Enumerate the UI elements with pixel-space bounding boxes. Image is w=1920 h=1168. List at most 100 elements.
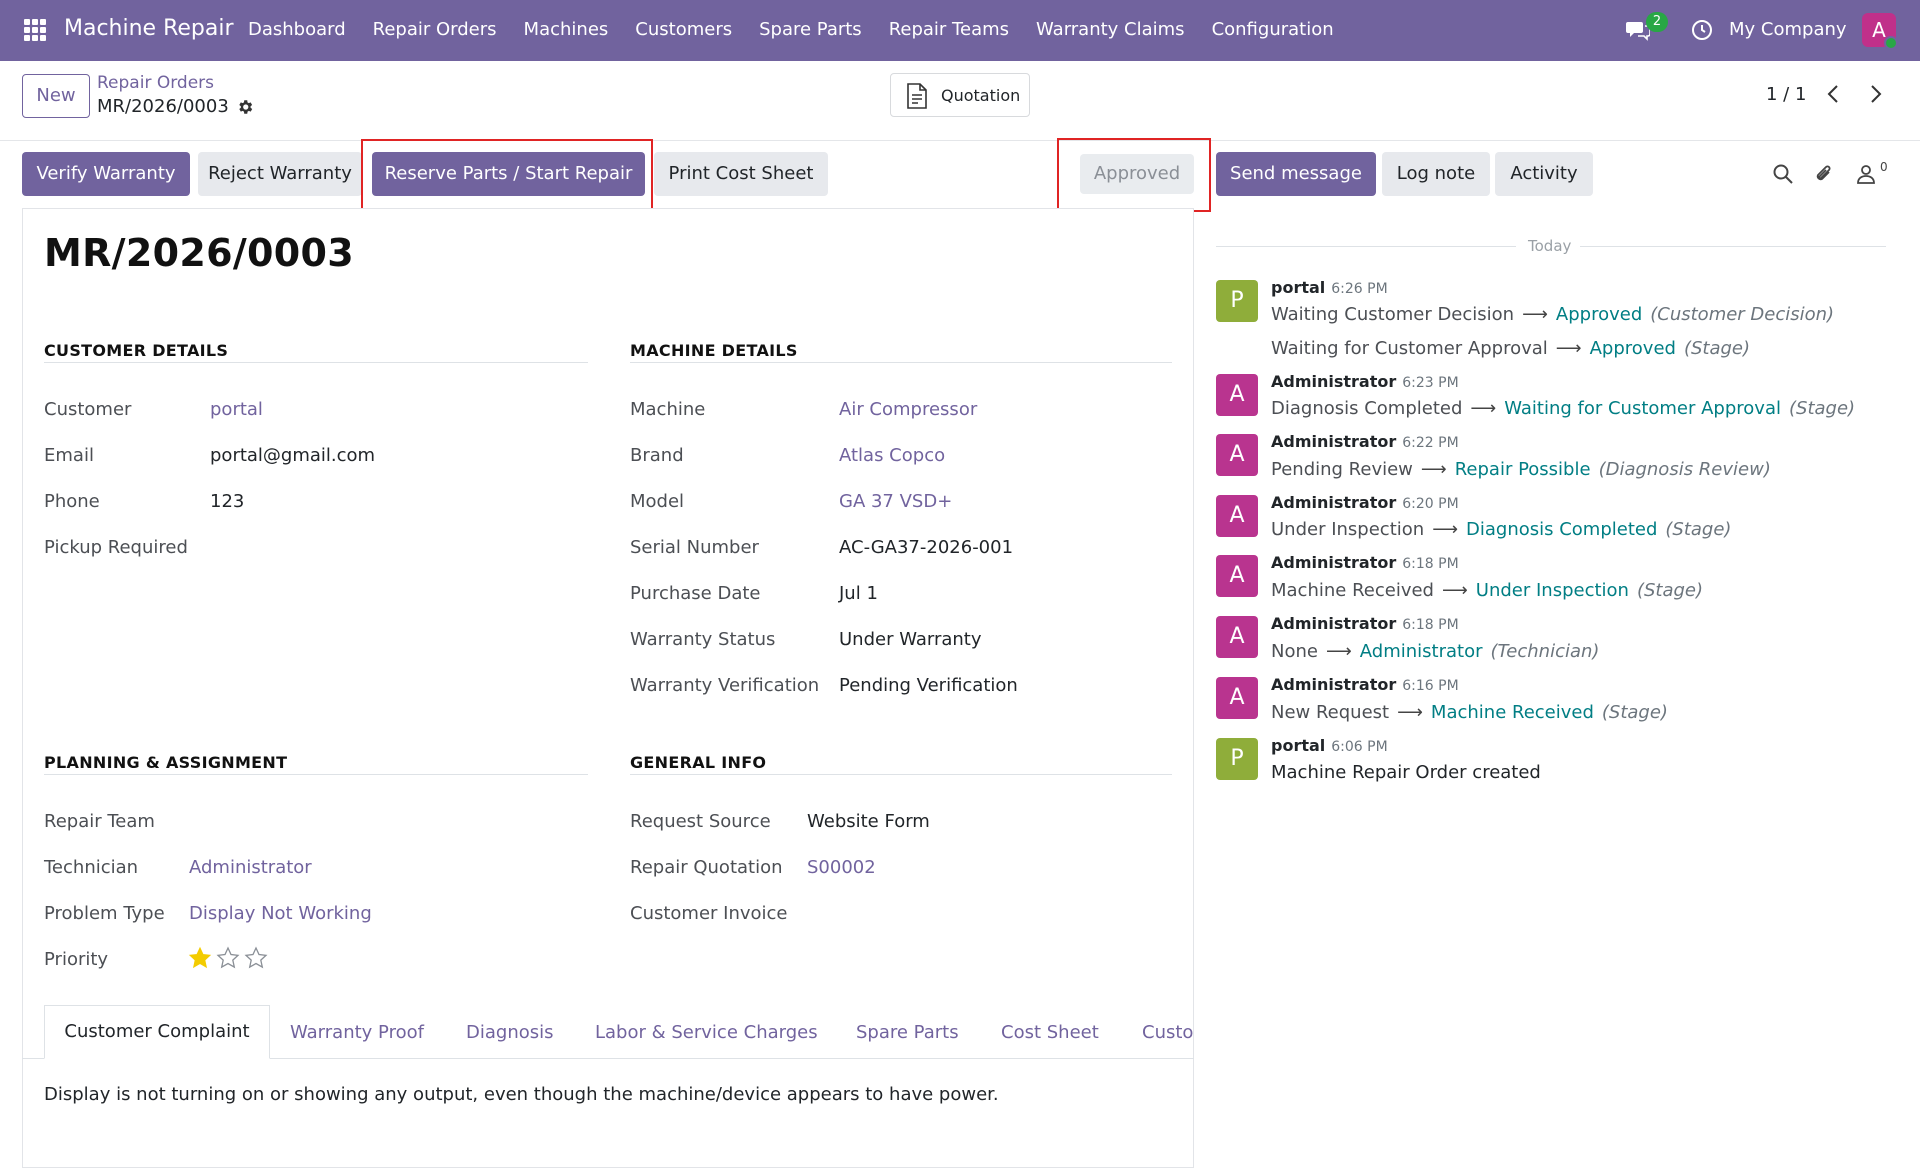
quotation-label: Quotation	[941, 86, 1021, 105]
activity-button[interactable]: Activity	[1495, 152, 1593, 196]
email-value[interactable]: portal@gmail.com	[210, 445, 375, 466]
serial-number-value[interactable]: AC-GA37-2026-001	[839, 537, 1013, 558]
reject-warranty-button[interactable]: Reject Warranty	[198, 152, 362, 196]
technician-label: Technician	[44, 857, 139, 878]
chevron-left-icon[interactable]	[1824, 83, 1842, 105]
request-source-value[interactable]: Website Form	[807, 811, 930, 832]
complaint-text[interactable]: Display is not turning on or showing any…	[44, 1084, 999, 1105]
arrow-right-icon: ⟶	[1441, 580, 1468, 601]
section-planning-assignment: PLANNING & ASSIGNMENT	[44, 753, 288, 772]
message-author[interactable]: Administrator 6:18 PM	[1271, 553, 1459, 572]
request-source-label: Request Source	[630, 811, 771, 832]
pager-value[interactable]: 1 / 1	[1766, 84, 1806, 105]
tab-customer-truncated[interactable]: Custo	[1142, 1022, 1194, 1043]
brand-value[interactable]: Atlas Copco	[839, 445, 945, 466]
message-author[interactable]: Administrator 6:22 PM	[1271, 432, 1459, 451]
priority-star-filled-icon[interactable]	[188, 946, 212, 970]
chevron-right-icon[interactable]	[1867, 83, 1885, 105]
message-time: 6:20 PM	[1402, 496, 1459, 512]
message-avatar[interactable]: A	[1216, 616, 1258, 658]
arrow-right-icon: ⟶	[1432, 519, 1458, 540]
menu-repair-orders[interactable]: Repair Orders	[373, 19, 497, 40]
tab-cost-sheet[interactable]: Cost Sheet	[1001, 1022, 1099, 1043]
message-author[interactable]: Administrator 6:23 PM	[1271, 372, 1459, 391]
menu-machines[interactable]: Machines	[524, 19, 609, 40]
serial-number-label: Serial Number	[630, 537, 759, 558]
breadcrumb-repair-orders[interactable]: Repair Orders	[97, 73, 214, 93]
top-navbar: Machine Repair Dashboard Repair Orders M…	[0, 0, 1920, 61]
record-title: MR/2026/0003	[44, 231, 354, 275]
message-time: 6:18 PM	[1402, 556, 1459, 572]
app-name[interactable]: Machine Repair	[64, 16, 234, 41]
phone-value[interactable]: 123	[210, 491, 244, 512]
menu-repair-teams[interactable]: Repair Teams	[889, 19, 1009, 40]
tab-warranty-proof[interactable]: Warranty Proof	[290, 1022, 424, 1043]
message-time: 6:16 PM	[1402, 678, 1459, 694]
purchase-date-label: Purchase Date	[630, 583, 761, 604]
model-value[interactable]: GA 37 VSD+	[839, 491, 952, 512]
menu-warranty-claims[interactable]: Warranty Claims	[1036, 19, 1185, 40]
message-author[interactable]: Administrator 6:20 PM	[1271, 493, 1459, 512]
log-note-button[interactable]: Log note	[1382, 152, 1490, 196]
reserve-parts-start-repair-button[interactable]: Reserve Parts / Start Repair	[372, 152, 645, 196]
quotation-smart-button[interactable]: Quotation	[890, 73, 1030, 117]
menu-customers[interactable]: Customers	[635, 19, 732, 40]
message-author[interactable]: Administrator 6:16 PM	[1271, 675, 1459, 694]
tracking-line: Diagnosis Completed ⟶ Waiting for Customer…	[1271, 398, 1856, 419]
customer-value[interactable]: portal	[210, 399, 263, 420]
message-avatar[interactable]: A	[1216, 434, 1258, 476]
search-icon[interactable]	[1772, 163, 1794, 185]
tab-diagnosis[interactable]: Diagnosis	[466, 1022, 554, 1043]
section-machine-details: MACHINE DETAILS	[630, 341, 798, 360]
message-avatar[interactable]: A	[1216, 555, 1258, 597]
machine-value[interactable]: Air Compressor	[839, 399, 977, 420]
repair-quotation-label: Repair Quotation	[630, 857, 783, 878]
machine-label: Machine	[630, 399, 706, 420]
divider	[1580, 246, 1886, 247]
tab-labor-service-charges[interactable]: Labor & Service Charges	[595, 1022, 818, 1043]
company-switcher[interactable]: My Company	[1729, 19, 1847, 40]
tracking-line: None ⟶ Administrator (Technician)	[1271, 641, 1600, 662]
purchase-date-value[interactable]: Jul 1	[839, 583, 878, 604]
message-time: 6:22 PM	[1402, 435, 1459, 451]
arrow-right-icon: ⟶	[1325, 641, 1352, 662]
tab-customer-complaint[interactable]: Customer Complaint	[44, 1005, 270, 1059]
menu-configuration[interactable]: Configuration	[1212, 19, 1334, 40]
priority-star-empty-icon[interactable]	[244, 946, 268, 970]
apps-menu-icon[interactable]	[24, 19, 46, 41]
tracking-line: Waiting Customer Decision ⟶ Approved (Custo…	[1271, 304, 1835, 325]
technician-value[interactable]: Administrator	[189, 857, 312, 878]
repair-quotation-value[interactable]: S00002	[807, 857, 876, 878]
tracking-line: Under Inspection ⟶ Diagnosis Completed (Sta…	[1271, 519, 1732, 540]
problem-type-value[interactable]: Display Not Working	[189, 903, 372, 924]
warranty-status-value[interactable]: Under Warranty	[839, 629, 982, 650]
arrow-right-icon: ⟶	[1420, 459, 1447, 480]
section-general-info: GENERAL INFO	[630, 753, 767, 772]
message-author[interactable]: portal 6:26 PM	[1271, 278, 1388, 297]
section-customer-details: CUSTOMER DETAILS	[44, 341, 229, 360]
follower-icon[interactable]	[1855, 163, 1877, 185]
send-message-button[interactable]: Send message	[1216, 152, 1376, 196]
message-avatar[interactable]: A	[1216, 374, 1258, 416]
tab-spare-parts[interactable]: Spare Parts	[856, 1022, 959, 1043]
new-button[interactable]: New	[22, 74, 90, 118]
warranty-verification-value[interactable]: Pending Verification	[839, 675, 1018, 696]
menu-spare-parts[interactable]: Spare Parts	[759, 19, 862, 40]
gear-icon[interactable]	[236, 98, 254, 116]
arrow-right-icon: ⟶	[1397, 702, 1423, 723]
message-author[interactable]: Administrator 6:18 PM	[1271, 614, 1459, 633]
verify-warranty-button[interactable]: Verify Warranty	[22, 152, 190, 196]
paperclip-icon[interactable]	[1813, 163, 1835, 185]
message-avatar[interactable]: P	[1216, 738, 1258, 780]
message-author[interactable]: portal 6:06 PM	[1271, 736, 1388, 755]
menu-dashboard[interactable]: Dashboard	[248, 19, 346, 40]
print-cost-sheet-button[interactable]: Print Cost Sheet	[654, 152, 828, 196]
divider	[1216, 246, 1516, 247]
message-avatar[interactable]: P	[1216, 280, 1258, 322]
message-avatar[interactable]: A	[1216, 495, 1258, 537]
clock-icon[interactable]	[1691, 19, 1713, 41]
problem-type-label: Problem Type	[44, 903, 165, 924]
message-avatar[interactable]: A	[1216, 677, 1258, 719]
priority-star-empty-icon[interactable]	[216, 946, 240, 970]
repair-team-label: Repair Team	[44, 811, 155, 832]
